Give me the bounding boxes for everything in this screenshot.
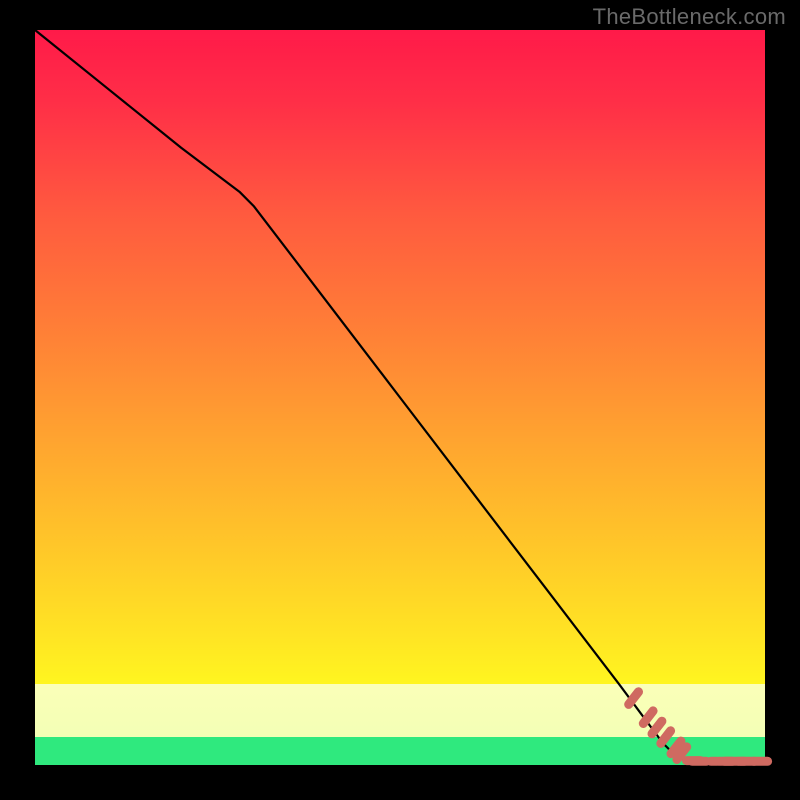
- marker-dash: [661, 731, 671, 744]
- curve-line: [35, 30, 765, 763]
- watermark-text: TheBottleneck.com: [593, 4, 786, 30]
- marker-dash: [643, 711, 653, 724]
- chart-frame: TheBottleneck.com: [0, 0, 800, 800]
- marker-dash: [652, 721, 662, 734]
- marker-dash: [629, 692, 639, 705]
- plot-svg: [35, 30, 765, 765]
- main-curve: [35, 30, 765, 763]
- plot-area: [35, 30, 765, 765]
